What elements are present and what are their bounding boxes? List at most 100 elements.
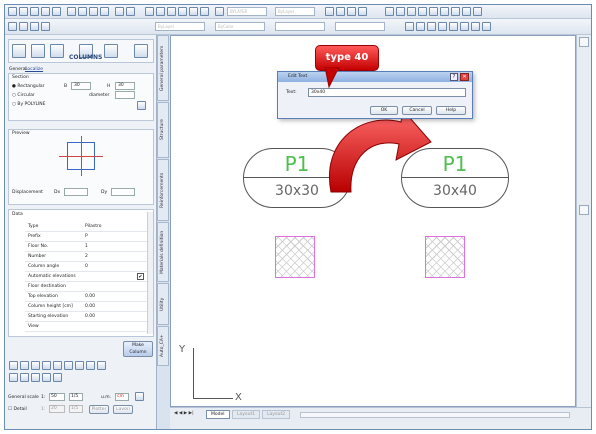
region-icon[interactable] [473,7,482,16]
preview-icon[interactable] [52,7,61,16]
tab-localize[interactable]: Localize [25,67,43,72]
tab-utility[interactable]: Utility [157,283,169,325]
text-style-icon[interactable] [336,7,345,16]
scroll-up-button[interactable] [579,37,589,47]
tool-icon-12[interactable] [31,373,40,382]
lineweight-select[interactable] [275,22,325,31]
tool-icon-14[interactable] [53,373,62,382]
tab-autoca[interactable]: Auto_CA+ [157,326,169,366]
plan-icon[interactable] [12,44,26,58]
scroll-thumb[interactable] [579,205,589,215]
line-icon[interactable] [385,7,394,16]
dx-input[interactable] [64,188,88,196]
layer-select[interactable]: ByLayer [155,22,205,31]
ok-button[interactable]: OK [370,106,398,115]
design-center-icon[interactable] [200,7,209,16]
lavori-button[interactable]: Lavori [113,405,133,414]
color-combo[interactable]: ByLayer [275,7,315,16]
layer-state-icon[interactable] [8,22,17,31]
column-right[interactable] [425,236,465,278]
cut-icon[interactable] [67,7,76,16]
table-row[interactable]: Starting elevation 0.00 [25,312,149,322]
detail-checkbox[interactable]: ☐ Detail [8,407,27,412]
radio-polyline[interactable]: ○ By POLYLINE [12,102,46,107]
ellipse-icon[interactable] [451,7,460,16]
table-row[interactable]: Automatic elevations ✔ [25,272,149,282]
text-input[interactable]: 30x40 [308,88,466,97]
tab-materials[interactable]: Materials definition [157,222,169,282]
rectangle-icon[interactable] [429,7,438,16]
hatch-icon[interactable] [462,7,471,16]
save-icon[interactable] [30,7,39,16]
table-row[interactable]: Column angle 0 [25,262,149,272]
table-row[interactable]: Number 2 [25,252,149,262]
tool-icon-11[interactable] [20,373,29,382]
multileader-icon[interactable] [358,7,367,16]
trim-icon[interactable] [482,22,491,31]
table-row[interactable]: Floor destination [25,282,149,292]
layer-icon[interactable] [215,7,224,16]
h-input[interactable]: 30 [115,82,135,90]
column-grid-icon[interactable] [31,44,45,58]
tool-icon-6[interactable] [64,361,73,370]
close-icon[interactable]: ✕ [460,73,469,81]
plotstyle-select[interactable] [335,22,385,31]
tab-layout2[interactable]: Layout2 [262,410,291,419]
linetype-select[interactable]: ByColor [215,22,265,31]
tab-model[interactable]: Model [206,410,230,419]
layer-combo[interactable]: BYLAYER [227,7,267,16]
table-row[interactable]: Type Pilastro [25,222,149,232]
lock-icon[interactable] [41,22,50,31]
properties-icon[interactable] [189,7,198,16]
tab-reinforcements[interactable]: Reinforcements [157,159,169,221]
table-row[interactable]: View [25,322,149,332]
sun-icon[interactable] [30,22,39,31]
b-input[interactable]: 30 [71,82,91,90]
tool-icon-9[interactable] [97,361,106,370]
hscroll-track[interactable] [300,412,570,418]
table-row[interactable]: Top elevation 0.00 [25,292,149,302]
make-column-button[interactable]: Make Column [123,341,153,357]
polyline-icon[interactable] [396,7,405,16]
mirror-icon[interactable] [416,22,425,31]
beam-icon[interactable] [50,44,64,58]
wizard-icon[interactable] [134,44,148,58]
um-select[interactable]: cm [115,393,129,401]
help-button[interactable]: Help [436,106,466,115]
dy-input[interactable] [111,188,135,196]
dim-icon[interactable] [325,7,334,16]
vertical-scrollbar[interactable] [576,35,591,407]
array-icon[interactable] [438,22,447,31]
pan-icon[interactable] [145,7,154,16]
open-icon[interactable] [19,7,28,16]
table-row[interactable]: Floor No. 1 [25,242,149,252]
tool-icon-7[interactable] [75,361,84,370]
scale-icon[interactable] [471,22,480,31]
cancel-button[interactable]: Cancel [402,106,432,115]
tool-icon-2[interactable] [20,361,29,370]
column-left[interactable] [275,236,315,278]
radio-circular[interactable]: ○ Circular [12,93,35,98]
edit-icon[interactable] [405,22,414,31]
spline-icon[interactable] [440,7,449,16]
auto-elevations-checkbox[interactable]: ✔ [137,273,144,280]
tool-icon-8[interactable] [86,361,95,370]
brush-icon[interactable] [100,7,109,16]
tab-layout1[interactable]: Layout1 [232,410,261,419]
zoom-icon[interactable] [156,7,165,16]
diameter-input[interactable] [115,91,135,99]
circle-icon[interactable] [407,7,416,16]
zoom-prev-icon[interactable] [178,7,187,16]
rotate-icon[interactable] [460,22,469,31]
copy-icon[interactable] [78,7,87,16]
tool-icon-5[interactable] [53,361,62,370]
detail-ratio[interactable]: 1/5 [69,405,83,413]
radio-rectangular[interactable]: ● Rectangular [12,84,44,89]
slab-icon[interactable] [104,44,118,58]
redo-icon[interactable] [126,7,135,16]
zoom-window-icon[interactable] [167,7,176,16]
table-icon[interactable] [347,7,356,16]
tab-nav-buttons[interactable]: ◀ ◀ ▶ ▶| [174,411,204,419]
scale-input[interactable]: 50 [49,393,65,401]
tab-general-parameters[interactable]: General parameters [157,35,169,101]
